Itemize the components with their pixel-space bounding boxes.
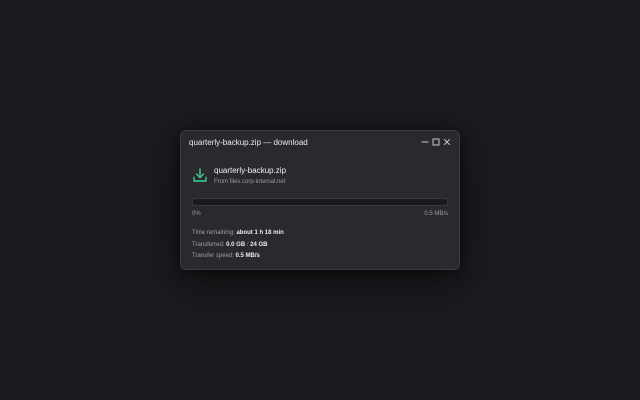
minimize-icon[interactable] <box>421 138 429 146</box>
file-info: quarterly-backup.zip From files.corp-int… <box>214 165 286 185</box>
transferred-row: Transferred: 0.0 GB / 24 GB <box>192 240 284 252</box>
file-source: From files.corp-internal.net <box>214 179 286 185</box>
download-dialog: quarterly-backup.zip — download quarterl… <box>180 130 460 270</box>
window-controls <box>421 138 451 146</box>
file-row: quarterly-backup.zip From files.corp-int… <box>181 153 459 185</box>
transferred-total: 24 GB <box>250 241 268 248</box>
progress-speed: 0.5 MB/s <box>424 211 448 217</box>
file-name: quarterly-backup.zip <box>214 166 287 175</box>
progress-percent: 0% <box>192 211 201 217</box>
time-remaining-value: about 1 h 18 min <box>236 230 284 236</box>
window-title: quarterly-backup.zip — download <box>189 137 308 147</box>
transfer-speed-value: 0.5 MB/s <box>235 253 260 259</box>
transferred-value: 0.0 GB <box>226 241 246 248</box>
progress-labels: 0% 0.5 MB/s <box>192 211 448 217</box>
close-icon[interactable] <box>443 138 451 146</box>
maximize-icon[interactable] <box>432 138 440 146</box>
transferred-label: Transferred: <box>192 241 225 248</box>
time-remaining-row: Time remaining: about 1 h 18 min <box>192 228 284 240</box>
transferred-separator: / <box>246 241 249 248</box>
title-bar[interactable]: quarterly-backup.zip — download <box>181 131 459 153</box>
time-remaining-label: Time remaining: <box>192 230 235 236</box>
progress-bar <box>192 198 448 206</box>
transfer-stats: Time remaining: about 1 h 18 min Transfe… <box>192 228 284 263</box>
download-icon <box>192 167 208 183</box>
transfer-speed-label: Transfer speed: <box>192 253 234 259</box>
transfer-speed-row: Transfer speed: 0.5 MB/s <box>192 251 284 263</box>
